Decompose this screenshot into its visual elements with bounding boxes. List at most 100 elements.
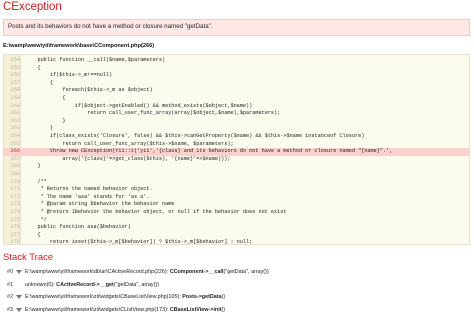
line-number: 277	[10, 231, 20, 238]
code-line: 255 {	[4, 65, 469, 73]
line-number: 264	[10, 133, 20, 139]
stack-trace-method: Posts->getData	[182, 294, 222, 300]
stack-trace-text: unknown(0): CActiveRecord->__get("getDat…	[25, 280, 159, 290]
line-number: 273	[10, 201, 20, 208]
code-line: 273 * @param string $behavior the behavi…	[4, 201, 469, 209]
code-text: /**	[25, 178, 47, 185]
source-code-box: 254 public function __call($name,$parame…	[3, 54, 470, 245]
code-text: }	[25, 117, 66, 124]
stack-trace-text: E:\wamp\www\yii\framework\zii\widgets\CL…	[25, 305, 225, 315]
code-line: 259 {	[4, 95, 469, 103]
line-number: 262	[10, 117, 20, 124]
error-title: CException	[3, 1, 62, 13]
code-text: * Returns the named behavior object.	[25, 186, 153, 193]
code-text: if(class_exists('Closure', false) && $th…	[25, 133, 365, 139]
code-text: return isset($this->_m[$behavior]) ? $th…	[25, 239, 253, 245]
line-number: 258	[10, 87, 20, 94]
code-text: if($this->_m!==null)	[25, 72, 113, 79]
error-message: Posts and its behaviors do not have a me…	[8, 23, 213, 30]
line-number: 256	[10, 72, 20, 79]
code-text: * @param string $behavior the behavior n…	[25, 201, 175, 208]
code-line: 254 public function __call($name,$parame…	[4, 57, 469, 65]
stack-trace-location: unknown(0):	[25, 282, 57, 288]
code-line: 262 }	[4, 118, 469, 126]
code-line: 261 return call_user_func_array(array($o…	[4, 110, 469, 118]
stack-trace-item[interactable]: #3 E:\wamp\www\yii\framework\zii\widgets\…	[3, 305, 470, 315]
stack-trace-location: E:\wamp\www\yii\framework\zii\widgets\CB…	[25, 294, 183, 300]
code-text: }	[25, 125, 54, 132]
code-text: foreach($this->_m as $object)	[25, 87, 153, 94]
line-number: 257	[10, 79, 20, 86]
code-text: array('{class}'=>get_class($this), '{nam…	[25, 155, 231, 162]
stack-trace-item[interactable]: #0 E:\wamp\www\yii\framework\db\ar\CActiv…	[3, 267, 470, 277]
code-text: {	[25, 79, 54, 86]
line-number: 269	[10, 171, 20, 177]
code-text: return call_user_func_array($this->$name…	[25, 140, 234, 147]
code-line: 274 * @return IBehavior the behavior obj…	[4, 209, 469, 217]
stack-trace-number: #0	[7, 269, 13, 275]
code-text: if($object->getEnabled() && method_exist…	[25, 102, 253, 109]
code-text: return call_user_func_array(array($objec…	[25, 110, 281, 117]
stack-trace-method: CActiveRecord->__get	[56, 282, 114, 288]
line-number: 267	[10, 155, 20, 162]
line-number: 260	[10, 102, 20, 109]
stack-trace-location: E:\wamp\www\yii\framework\db\ar\CActiveR…	[25, 269, 170, 275]
stack-trace-item[interactable]: #2 E:\wamp\www\yii\framework\zii\widgets\…	[3, 292, 470, 302]
source-file-path: E:\wamp\www\yii\framework\base\CComponen…	[3, 43, 155, 49]
line-number: 268	[10, 163, 20, 170]
line-number: 271	[10, 186, 20, 193]
stack-trace-text: E:\wamp\www\yii\framework\db\ar\CActiveR…	[25, 267, 269, 277]
line-number: 261	[10, 110, 20, 117]
line-number: 263	[10, 125, 20, 132]
line-number: 270	[10, 178, 20, 185]
code-line: 275 */	[4, 217, 469, 225]
stack-trace-text: E:\wamp\www\yii\framework\zii\widgets\CB…	[25, 292, 225, 302]
code-line: 269	[4, 171, 469, 179]
stack-trace-args: ()	[221, 294, 226, 300]
code-line: 270 /**	[4, 179, 469, 187]
stack-trace-title: Stack Trace	[3, 252, 54, 263]
line-number: 259	[10, 95, 20, 101]
line-number: 276	[10, 224, 20, 231]
code-line: 263 }	[4, 125, 469, 133]
stack-trace-item[interactable]: #1 unknown(0): CActiveRecord->__get("getD…	[3, 280, 470, 290]
code-line: 276 public function asa($behavior)	[4, 224, 469, 232]
stack-trace-number: #1	[7, 282, 13, 288]
code-line: 260 if($object->getEnabled() && method_e…	[4, 103, 469, 111]
line-number: 265	[10, 140, 20, 147]
expand-arrow-icon[interactable]	[16, 295, 22, 299]
code-text: public function __call($name,$parameters…	[25, 57, 166, 63]
code-line: 258 foreach($this->_m as $object)	[4, 87, 469, 95]
code-line: 272 * The name 'asa' stands for 'as a'.	[4, 194, 469, 202]
stack-trace-number: #3	[7, 307, 13, 313]
expand-arrow-icon[interactable]	[16, 308, 22, 312]
stack-trace-args: ("getData", array())	[223, 269, 269, 275]
line-number: 275	[10, 216, 20, 223]
code-line: 257 {	[4, 80, 469, 88]
code-line: 267 array('{class}'=>get_class($this), '…	[4, 156, 469, 164]
code-text: }	[25, 163, 41, 170]
code-line: 271 * Returns the named behavior object.	[4, 186, 469, 194]
line-number: 274	[10, 209, 20, 215]
code-line: 265 return call_user_func_array($this->$…	[4, 141, 469, 149]
line-number: 254	[10, 57, 20, 63]
code-text: * The name 'asa' stands for 'as a'.	[25, 193, 150, 200]
code-line: 277 {	[4, 232, 469, 240]
code-text: throw new CException(Yii::t('yii','{clas…	[25, 148, 393, 155]
code-line: 268 }	[4, 163, 469, 171]
line-number: 272	[10, 193, 20, 200]
code-text: {	[25, 231, 41, 238]
line-number: 278	[10, 239, 20, 245]
stack-trace-method: CComponent->__call	[169, 269, 224, 275]
stack-trace-args: ()	[221, 307, 226, 313]
expand-arrow-icon[interactable]	[16, 270, 22, 274]
code-line: 264 if(class_exists('Closure', false) &&…	[4, 133, 469, 141]
stack-trace-method: CBaseListView->init	[169, 307, 222, 313]
code-line: 256 if($this->_m!==null)	[4, 72, 469, 80]
code-text: {	[25, 64, 41, 71]
code-text: public function asa($behavior)	[25, 224, 131, 231]
code-text: * @return IBehavior the behavior object,…	[25, 209, 287, 215]
line-number: 266	[10, 148, 20, 155]
stack-trace-location: E:\wamp\www\yii\framework\zii\widgets\CL…	[25, 307, 170, 313]
stack-trace-args: ("getData", array())	[113, 282, 160, 288]
